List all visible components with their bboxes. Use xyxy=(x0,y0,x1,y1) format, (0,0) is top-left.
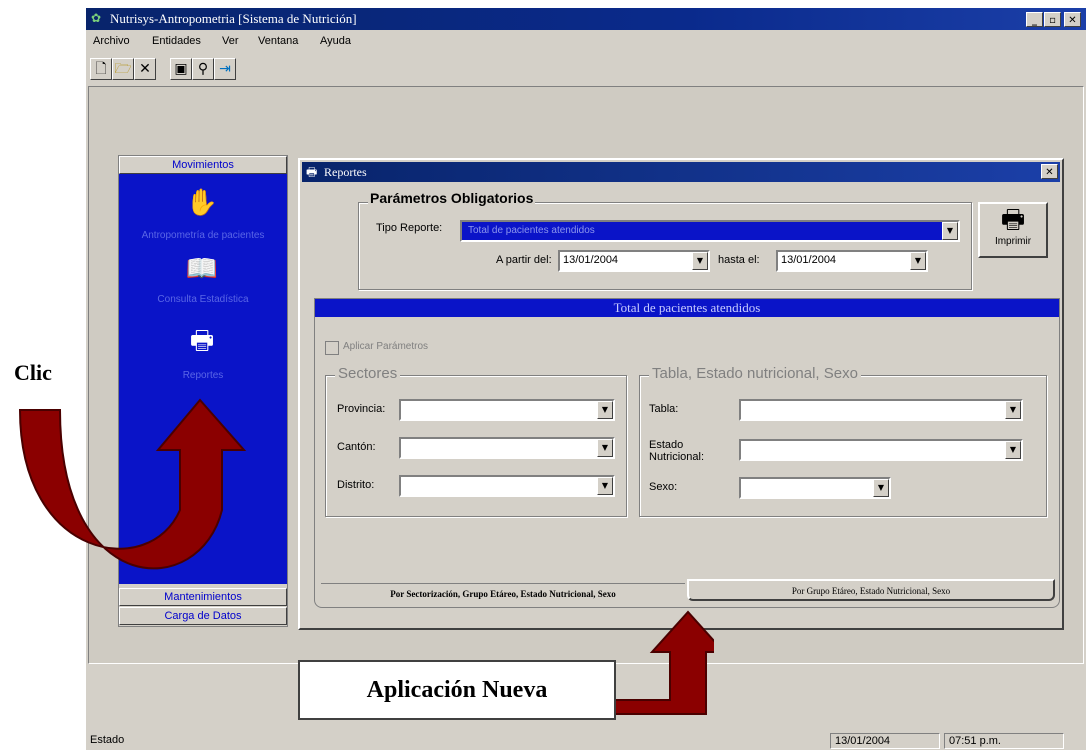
save-icon[interactable]: ▣ xyxy=(170,58,192,80)
report-panel-title: Total de pacientes atendidos xyxy=(315,299,1059,317)
imprimir-button[interactable]: 🖶 Imprimir xyxy=(978,202,1048,258)
canton-select[interactable]: ▼ xyxy=(399,437,615,459)
hasta-value: 13/01/2004 xyxy=(781,254,837,266)
toolbar: 🗋 🗁 ✕ ▣ ⚲ ⇥ xyxy=(86,56,1086,84)
obligatorios-heading: Parámetros Obligatorios xyxy=(368,190,536,206)
tabla-label: Tabla: xyxy=(649,403,679,415)
hasta-date-picker[interactable]: 13/01/2004 ▼ xyxy=(776,250,928,272)
tabla-heading: Tabla, Estado nutricional, Sexo xyxy=(649,365,861,382)
menu-archivo[interactable]: Archivo xyxy=(93,35,130,47)
desde-date-picker[interactable]: 13/01/2004 ▼ xyxy=(558,250,710,272)
desde-value: 13/01/2004 xyxy=(563,254,619,266)
curved-arrow-annotation xyxy=(18,398,247,570)
aplicar-label: Aplicar Parámetros xyxy=(343,341,429,352)
tabla-select[interactable]: ▼ xyxy=(739,399,1023,421)
reportes-title-bar[interactable]: 🖶 Reportes ✕ xyxy=(302,162,1060,182)
new-document-icon[interactable]: 🗋 xyxy=(90,58,112,80)
chevron-down-icon[interactable]: ▼ xyxy=(597,439,613,457)
printer-icon: 🖶 xyxy=(1000,205,1026,235)
imprimir-label: Imprimir xyxy=(994,236,1032,247)
chevron-down-icon[interactable]: ▼ xyxy=(1005,441,1021,459)
chevron-down-icon[interactable]: ▼ xyxy=(692,252,708,270)
status-date: 13/01/2004 xyxy=(830,733,940,749)
tipo-reporte-label: Tipo Reporte: xyxy=(376,222,443,234)
menu-ver[interactable]: Ver xyxy=(222,35,239,47)
delete-icon[interactable]: ✕ xyxy=(134,58,156,80)
curved-arrow-shape xyxy=(18,398,247,570)
status-bar: Estado 13/01/2004 07:51 p.m. xyxy=(86,732,1086,750)
title-bar[interactable]: ✿ Nutrisys-Antropometria [Sistema de Nut… xyxy=(86,8,1086,30)
reportes-title: Reportes xyxy=(324,165,367,179)
chevron-down-icon[interactable]: ▼ xyxy=(910,252,926,270)
chevron-down-icon[interactable]: ▼ xyxy=(597,401,613,419)
reportes-window-icon: 🖶 xyxy=(306,165,318,179)
printer-icon[interactable]: 🖶 xyxy=(179,324,225,358)
nav-header-mantenimientos[interactable]: Mantenimientos xyxy=(119,588,287,606)
sectores-heading: Sectores xyxy=(335,365,401,382)
menu-ventana[interactable]: Ventana xyxy=(258,35,298,47)
provincia-label: Provincia: xyxy=(337,403,386,415)
reportes-window: 🖶 Reportes ✕ Parámetros Obligatorios Tip… xyxy=(298,158,1064,630)
nav-header-movimientos[interactable]: Movimientos xyxy=(119,156,287,174)
menu-bar: Archivo Entidades Ver Ventana Ayuda xyxy=(86,32,1086,52)
chevron-down-icon[interactable]: ▼ xyxy=(873,479,889,497)
nav-item-antropometria[interactable]: Antropometría de pacientes xyxy=(123,230,283,241)
reportes-close-button[interactable]: ✕ xyxy=(1041,164,1058,179)
status-time: 07:51 p.m. xyxy=(944,733,1064,749)
exit-icon[interactable]: ⇥ xyxy=(214,58,236,80)
handshake-icon[interactable]: ✋ xyxy=(179,186,225,220)
report-panel: Total de pacientes atendidos Aplicar Par… xyxy=(314,298,1060,608)
app-icon: ✿ xyxy=(91,11,102,25)
status-label: Estado xyxy=(90,734,125,746)
estado-select[interactable]: ▼ xyxy=(739,439,1023,461)
hasta-label: hasta el: xyxy=(718,254,760,266)
nueva-annotation: Aplicación Nueva xyxy=(298,660,616,720)
provincia-select[interactable]: ▼ xyxy=(399,399,615,421)
tab-grupo-etareo[interactable]: Por Grupo Etáreo, Estado Nutricional, Se… xyxy=(687,579,1055,601)
sexo-select[interactable]: ▼ xyxy=(739,477,891,499)
tipo-reporte-value: Total de pacientes atendidos xyxy=(462,222,948,240)
canton-label: Cantón: xyxy=(337,441,376,453)
sexo-label: Sexo: xyxy=(649,481,678,493)
tipo-reporte-select[interactable]: Total de pacientes atendidos ▼ xyxy=(460,220,960,242)
aplicar-checkbox[interactable] xyxy=(325,341,339,355)
distrito-label: Distrito: xyxy=(337,479,375,491)
estado-label: Estado Nutricional: xyxy=(649,439,705,463)
open-folder-icon[interactable]: 🗁 xyxy=(112,58,134,80)
window-title: Nutrisys-Antropometria [Sistema de Nutri… xyxy=(110,11,357,26)
menu-ayuda[interactable]: Ayuda xyxy=(320,35,351,47)
distrito-select[interactable]: ▼ xyxy=(399,475,615,497)
find-icon[interactable]: ⚲ xyxy=(192,58,214,80)
chevron-down-icon[interactable]: ▼ xyxy=(1005,401,1021,419)
maximize-button[interactable]: ▫ xyxy=(1044,12,1061,27)
elbow-arrow-shape xyxy=(613,610,714,715)
chevron-down-icon[interactable]: ▼ xyxy=(942,222,958,240)
obligatorios-group xyxy=(358,202,972,290)
minimize-button[interactable]: _ xyxy=(1026,12,1043,27)
book-icon[interactable]: 📖 xyxy=(179,252,225,286)
nav-item-consulta[interactable]: Consulta Estadística xyxy=(123,294,283,305)
elbow-arrow-annotation xyxy=(613,610,714,715)
desde-label: A partir del: xyxy=(496,254,552,266)
close-button[interactable]: ✕ xyxy=(1064,12,1081,27)
chevron-down-icon[interactable]: ▼ xyxy=(597,477,613,495)
tab-sectorizacion[interactable]: Por Sectorización, Grupo Etáreo, Estado … xyxy=(321,583,685,605)
nav-header-carga-datos[interactable]: Carga de Datos xyxy=(119,607,287,625)
menu-entidades[interactable]: Entidades xyxy=(152,35,201,47)
